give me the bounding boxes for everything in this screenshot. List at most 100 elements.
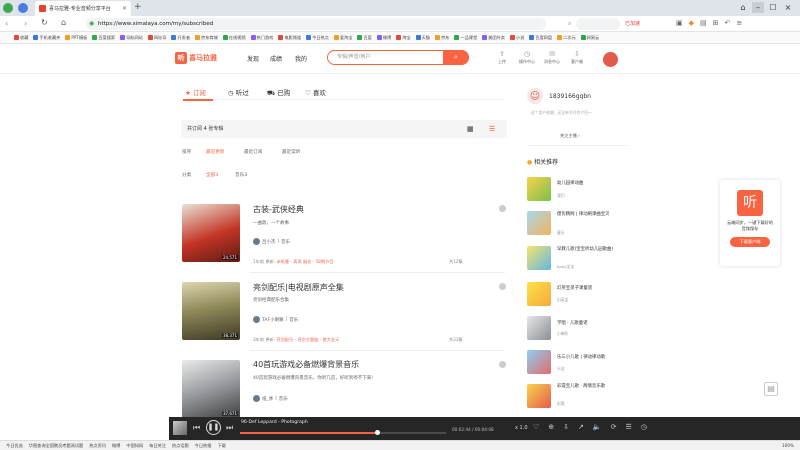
speed-button[interactable]: x 1.0 bbox=[515, 425, 528, 431]
apps-icon[interactable]: ▤ bbox=[700, 19, 707, 29]
user-avatar[interactable] bbox=[603, 52, 618, 67]
list-view-icon[interactable]: ☰ bbox=[489, 120, 495, 138]
related-title-3[interactable]: 早教儿歌(宝宝听幼儿园歌曲) bbox=[557, 247, 627, 253]
bookmark-item[interactable]: PPT模板 bbox=[65, 35, 87, 41]
upload-button[interactable]: ⇪ 上传 bbox=[491, 50, 513, 65]
latest-episode[interactable]: 亮剑配乐 - 亮剑主题曲 - 狼大金天 bbox=[277, 337, 340, 342]
next-icon[interactable]: ⏭ bbox=[226, 423, 233, 433]
undo-icon[interactable]: ↶ bbox=[725, 19, 731, 29]
status-item[interactable]: 每日关注 bbox=[149, 443, 166, 449]
bookmark-item[interactable]: 淘宝 bbox=[396, 35, 411, 41]
status-item[interactable]: 今日优选 bbox=[6, 443, 23, 449]
album-title-1[interactable]: 古装-武侠经典 bbox=[253, 204, 304, 215]
pause-button[interactable]: ❚❚ bbox=[206, 420, 221, 435]
bookmark-item[interactable]: 天猫 bbox=[415, 35, 430, 41]
related-cover-2[interactable] bbox=[527, 211, 551, 235]
shirt-icon[interactable]: ⌂ bbox=[737, 2, 749, 13]
related-title-5[interactable]: 学唱 · 儿歌童谣 bbox=[557, 321, 627, 327]
close-window-icon[interactable]: × bbox=[782, 2, 794, 13]
share-icon[interactable]: ↗ bbox=[578, 423, 584, 433]
bookmark-item[interactable]: 电影频道 bbox=[278, 35, 301, 41]
album-cover-1[interactable]: 24,571 bbox=[182, 204, 240, 262]
search-button[interactable]: ⌕ bbox=[443, 50, 469, 65]
album-cover-2[interactable]: 38,371 bbox=[182, 282, 240, 340]
loop-icon[interactable]: ⟳ bbox=[611, 423, 617, 433]
status-item[interactable]: 热点话题 bbox=[172, 443, 189, 449]
album-more-icon[interactable] bbox=[499, 361, 506, 368]
forward-icon[interactable]: › bbox=[24, 19, 27, 28]
bookmark-item[interactable]: 爱淘宝 bbox=[333, 35, 352, 41]
download-icon[interactable]: ⇩ bbox=[563, 423, 569, 433]
url-field[interactable]: https://www.ximalaya.com/my/subscribed bbox=[86, 18, 546, 30]
category-all[interactable]: 全部3 bbox=[206, 172, 218, 178]
album-author-3[interactable]: 纸_季 | 音乐 bbox=[253, 395, 288, 402]
album-title-3[interactable]: 40首玩游戏必备燃爆背景音乐 bbox=[253, 359, 359, 370]
album-title-2[interactable]: 亮剑配乐|电视剧原声全集 bbox=[253, 282, 344, 293]
search-box[interactable] bbox=[576, 18, 620, 30]
related-cover-3[interactable] bbox=[527, 246, 551, 270]
search-icon[interactable]: ⌕ bbox=[568, 20, 571, 28]
bookmark-item[interactable]: 今日热点 bbox=[306, 35, 329, 41]
ops-center-button[interactable]: ◷ 操作中心 bbox=[516, 50, 538, 65]
client-button[interactable]: ⇩ 客户端 bbox=[566, 50, 588, 65]
maximize-icon[interactable]: ☐ bbox=[767, 2, 779, 13]
related-cover-1[interactable] bbox=[527, 177, 551, 201]
heart-icon[interactable]: ♡ bbox=[533, 423, 539, 433]
volume-icon[interactable]: 🔈 bbox=[593, 423, 602, 433]
related-cover-7[interactable] bbox=[527, 384, 551, 408]
status-item[interactable]: 热点资讯 bbox=[89, 443, 106, 449]
category-music[interactable]: 音乐3 bbox=[235, 172, 247, 178]
bookmark-item[interactable]: 收藏 bbox=[14, 35, 28, 41]
album-more-icon[interactable] bbox=[499, 283, 506, 290]
bookmark-item[interactable]: 京东 bbox=[434, 35, 449, 41]
bookmark-item[interactable]: 一品课堂 bbox=[454, 35, 477, 41]
translate-icon[interactable]: ⊞ bbox=[713, 19, 719, 29]
latest-episode[interactable]: 半纸墨 - 离离 烟花 - 58期节目 bbox=[277, 259, 334, 264]
status-item[interactable]: 下载 bbox=[217, 443, 225, 449]
sort-recent-update[interactable]: 最近更新 bbox=[206, 149, 224, 155]
nav-score[interactable]: 成绩 bbox=[270, 54, 282, 63]
bookmark-item[interactable]: 京东商城 bbox=[195, 35, 218, 41]
bookmark-item[interactable]: 网址导 bbox=[147, 35, 166, 41]
related-title-6[interactable]: 乐三小儿歌 | 律动律动歌 bbox=[557, 355, 627, 361]
related-title-1[interactable]: 幼儿园律动曲 bbox=[557, 181, 627, 187]
game-icon[interactable]: ◆ bbox=[689, 19, 694, 29]
related-cover-5[interactable] bbox=[527, 316, 551, 340]
album-author-1[interactable]: 吕小杰 | 音乐 bbox=[253, 238, 290, 245]
album-more-icon[interactable] bbox=[499, 205, 506, 212]
status-item[interactable]: 今日热搜 bbox=[195, 443, 212, 449]
close-tab-icon[interactable]: × bbox=[122, 5, 127, 12]
bookmark-item[interactable]: 微博 bbox=[376, 35, 391, 41]
menu-icon[interactable]: ≡ bbox=[736, 19, 742, 29]
progress-handle[interactable] bbox=[374, 430, 380, 435]
status-item[interactable]: 微博 bbox=[112, 443, 120, 449]
nav-mine[interactable]: 我的 bbox=[295, 54, 307, 63]
grid-view-icon[interactable]: ▦ bbox=[467, 120, 474, 138]
timer-icon[interactable]: ◷ bbox=[641, 423, 647, 433]
profile-avatar[interactable]: ☺ bbox=[527, 88, 543, 104]
home-icon[interactable]: ⌂ bbox=[61, 18, 66, 27]
extension-icon[interactable]: ▣ bbox=[676, 19, 683, 29]
compass-icon[interactable] bbox=[18, 3, 28, 13]
bookmark-item[interactable]: 百度 bbox=[357, 35, 372, 41]
related-title-7[interactable]: 彩霞宝儿歌 · 两情音乐歌 bbox=[557, 384, 627, 390]
bookmark-item[interactable]: 热门游戏 bbox=[250, 35, 273, 41]
bookmark-item[interactable]: 网易云 bbox=[580, 35, 599, 41]
related-cover-6[interactable] bbox=[527, 350, 551, 374]
bookmark-item[interactable]: 在线视频 bbox=[222, 35, 246, 41]
album-cover-3[interactable]: 37,671 bbox=[182, 360, 240, 418]
new-tab-icon[interactable]: + bbox=[134, 2, 142, 12]
related-title-2[interactable]: 傻优精网 | 律动刷课曲宝贝 bbox=[557, 212, 627, 218]
status-item[interactable]: 100% bbox=[782, 443, 794, 448]
browser-logo-icon[interactable] bbox=[3, 3, 13, 13]
profile-follow-link[interactable]: 关注主播 › bbox=[560, 133, 580, 139]
download-client-button[interactable]: 下载客户端 bbox=[730, 237, 770, 247]
browser-tab[interactable]: 喜马拉雅-专业音频分享平台 × bbox=[35, 1, 131, 16]
profile-username[interactable]: 1839166gqbn bbox=[549, 93, 591, 100]
sort-recent-subscribe[interactable]: 最近订阅 bbox=[244, 149, 262, 155]
bookmark-item[interactable]: 小说 bbox=[509, 35, 524, 41]
bookmark-item[interactable]: 手机收藏夹 bbox=[33, 35, 60, 41]
bookmark-item[interactable]: 开发者 bbox=[171, 35, 190, 41]
bookmark-item[interactable]: 二次元 bbox=[557, 35, 576, 41]
prev-icon[interactable]: ⏮ bbox=[193, 423, 200, 433]
